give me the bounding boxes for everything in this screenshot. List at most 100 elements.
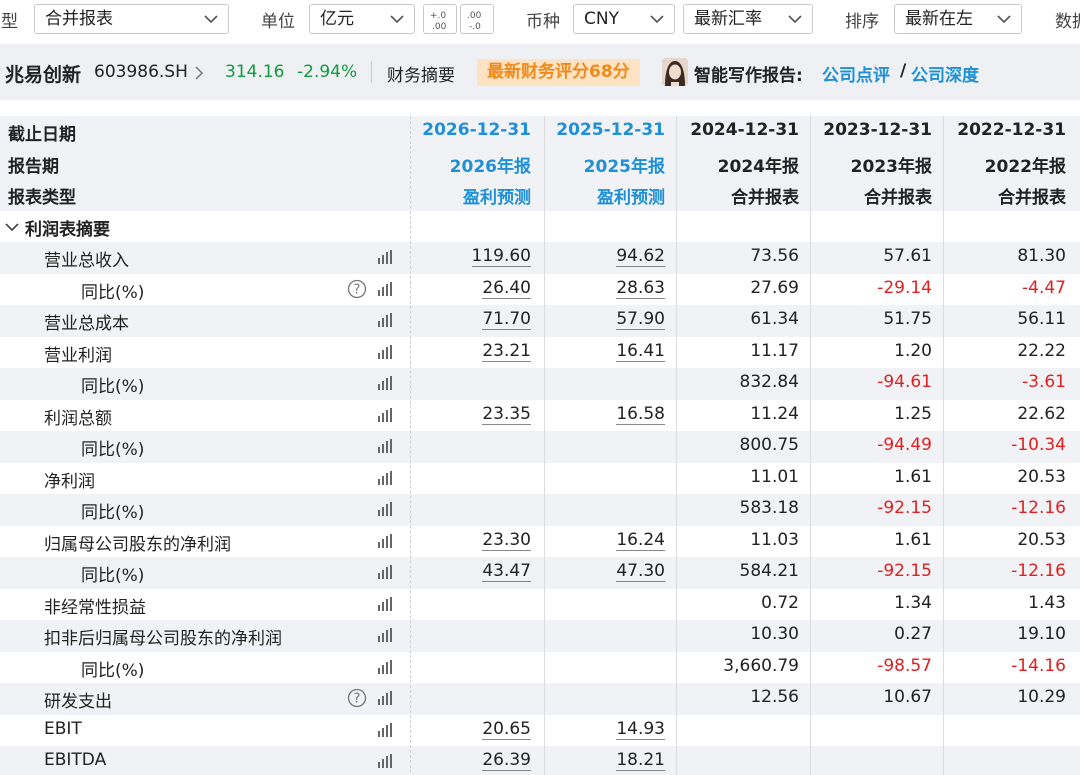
cell-value[interactable]: 16.58 [616, 404, 665, 425]
stock-code: 603986.SH [94, 62, 188, 82]
cell-value[interactable]: 28.63 [616, 278, 665, 299]
bar-chart-icon[interactable] [377, 754, 393, 768]
column-header-date: 2023-12-31 [823, 120, 932, 140]
column-header-type: 盈利预测 [597, 188, 665, 208]
cell-value[interactable]: 43.47 [482, 561, 531, 582]
financial-summary-title: 财务摘要 [387, 66, 455, 86]
cell-value: 10.67 [883, 687, 932, 707]
cell-value: -12.16 [1011, 561, 1066, 581]
cell-value: 11.24 [750, 403, 799, 424]
decimal-increase-button[interactable]: +.0 .00 [423, 4, 457, 34]
header-row: 截止日期 2026-12-31 2025-12-31 2024-12-31 2023-1… [0, 116, 1080, 148]
company-deep-link[interactable]: 公司深度 [911, 61, 979, 86]
bar-chart-icon[interactable] [377, 376, 393, 390]
cell-value: -94.49 [877, 435, 932, 455]
cell-value: 11.03 [750, 529, 799, 550]
cell-value: -92.15 [877, 498, 932, 518]
chevron-down-icon [204, 15, 218, 24]
cell-value[interactable]: 23.21 [482, 341, 531, 362]
table-row: EBIT 20.65 14.93 [0, 715, 1080, 747]
cell-value[interactable]: 23.35 [482, 404, 531, 425]
cell-value: -92.15 [877, 561, 932, 581]
stock-name[interactable]: 兆易创新 [5, 60, 81, 87]
bar-chart-icon[interactable] [377, 596, 393, 611]
bar-chart-icon[interactable] [377, 470, 393, 485]
cell-value: 584.21 [739, 561, 799, 581]
sort-select[interactable]: 最新在左 [894, 4, 1022, 34]
bar-chart-icon[interactable] [377, 628, 393, 642]
unit-select[interactable]: 亿元 [309, 4, 415, 34]
decimal-decrease-button[interactable]: .00 -.0 [460, 4, 494, 34]
cell-value[interactable]: 57.90 [616, 309, 665, 330]
cell-value: 11.01 [750, 466, 799, 487]
column-divider [410, 116, 411, 775]
cell-value[interactable]: 16.24 [616, 530, 665, 551]
chevron-down-icon[interactable] [5, 222, 19, 232]
cell-value: 1.20 [894, 340, 932, 361]
cell-value[interactable]: 14.93 [616, 719, 665, 740]
cell-value: 19.10 [1017, 624, 1066, 644]
bar-chart-icon[interactable] [377, 691, 393, 705]
column-header-date: 2026-12-31 [422, 120, 531, 140]
bar-chart-icon[interactable] [377, 565, 393, 579]
stock-price: 314.16 [225, 62, 285, 82]
bar-chart-icon[interactable] [377, 533, 393, 548]
svg-text:?: ? [354, 692, 361, 707]
table-row: 营业总成本 71.70 57.90 61.34 51.75 56.11 [0, 305, 1080, 337]
cell-value[interactable]: 18.21 [616, 750, 665, 771]
bar-chart-icon[interactable] [377, 344, 393, 359]
help-icon[interactable]: ? [347, 688, 367, 708]
bar-chart-icon[interactable] [377, 407, 393, 422]
section-row-income-summary[interactable]: 利润表摘要 [0, 211, 1080, 243]
column-divider [810, 116, 811, 775]
financial-score-badge[interactable]: 最新财务评分68分 [477, 59, 640, 86]
chevron-right-icon[interactable] [194, 66, 204, 80]
cell-value: 22.62 [1017, 403, 1066, 424]
cell-value: 583.18 [739, 498, 799, 518]
table-row: 研发支出? 12.56 10.67 10.29 [0, 683, 1080, 715]
row-label: EBIT [44, 718, 82, 739]
report-type-value: 合并报表 [45, 9, 113, 29]
currency-select[interactable]: CNY [573, 4, 675, 34]
row-label: 同比(%) [81, 503, 145, 523]
cell-value: 0.27 [894, 624, 932, 644]
cell-value[interactable]: 47.30 [616, 561, 665, 582]
cell-value[interactable]: 20.65 [482, 719, 531, 740]
bar-chart-icon[interactable] [377, 439, 393, 453]
column-header-type: 合并报表 [998, 188, 1066, 208]
cell-value[interactable]: 23.30 [482, 530, 531, 551]
table-row: 扣非后归属母公司股东的净利润 10.30 0.27 19.10 [0, 620, 1080, 652]
cell-value: -98.57 [877, 655, 932, 676]
report-type-select[interactable]: 合并报表 [34, 4, 229, 34]
cell-value[interactable]: 119.60 [471, 246, 531, 267]
row-label: 非经常性损益 [44, 597, 146, 618]
company-review-link[interactable]: 公司点评 [822, 61, 890, 86]
cell-value: -3.61 [1022, 372, 1066, 392]
cell-value[interactable]: 71.70 [482, 309, 531, 330]
cell-value: 1.25 [894, 403, 932, 424]
exchange-rate-select[interactable]: 最新汇率 [683, 4, 813, 34]
cell-value: -14.16 [1011, 655, 1066, 676]
cell-value[interactable]: 26.40 [482, 278, 531, 299]
chevron-down-icon [650, 15, 664, 24]
cell-value[interactable]: 16.41 [616, 341, 665, 362]
row-label: 归属母公司股东的净利润 [44, 534, 231, 555]
bar-chart-icon[interactable] [377, 502, 393, 516]
bar-chart-icon[interactable] [377, 313, 393, 327]
bar-chart-icon[interactable] [377, 659, 393, 674]
table-row: 同比(%) 832.84 -94.61 -3.61 [0, 368, 1080, 400]
cell-value: 56.11 [1017, 309, 1066, 329]
cell-value: 3,660.79 [723, 655, 799, 676]
row-label: 研发支出 [44, 692, 112, 712]
column-header-type: 合并报表 [731, 188, 799, 208]
cell-value: 12.56 [750, 687, 799, 707]
cell-value[interactable]: 94.62 [616, 246, 665, 267]
row-label: 营业总成本 [44, 314, 129, 334]
column-divider [544, 116, 545, 775]
help-icon[interactable]: ? [347, 279, 367, 299]
bar-chart-icon[interactable] [377, 722, 393, 737]
bar-chart-icon[interactable] [377, 250, 393, 264]
cell-value[interactable]: 26.39 [482, 750, 531, 771]
bar-chart-icon[interactable] [377, 281, 393, 296]
svg-text:-.0: -.0 [469, 22, 481, 32]
